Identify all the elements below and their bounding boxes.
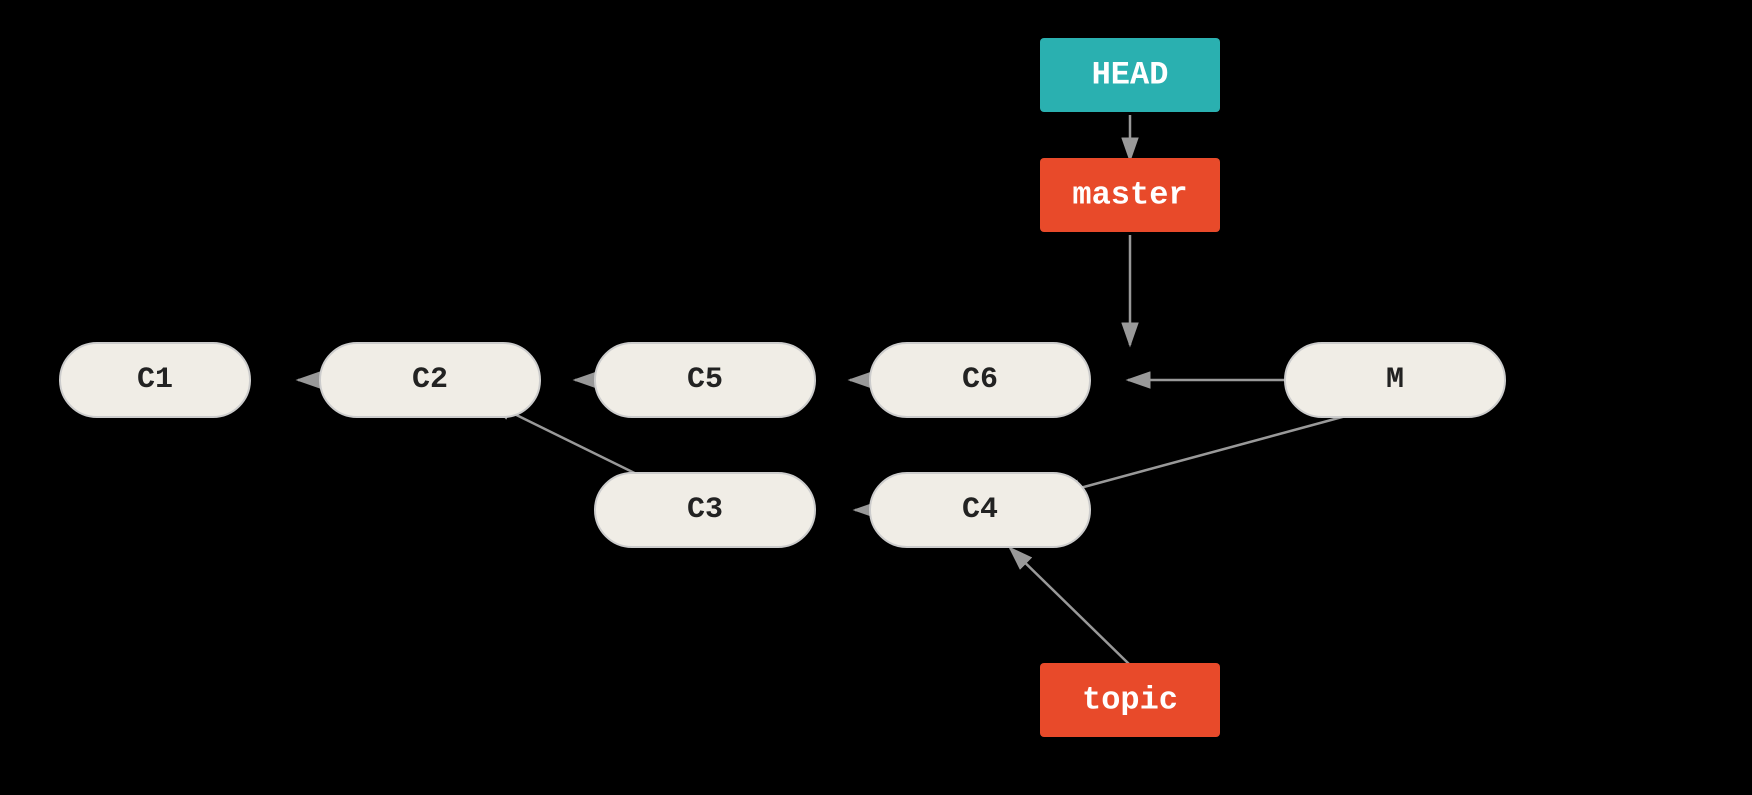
commit-m-label: M <box>1386 363 1404 397</box>
commit-c4-label: C4 <box>962 493 998 527</box>
commit-c5-label: C5 <box>687 363 723 397</box>
arrow-m-to-c4 <box>1058 410 1368 494</box>
commit-c1-label: C1 <box>137 363 173 397</box>
commit-c3-label: C3 <box>687 493 723 527</box>
commit-c2-label: C2 <box>412 363 448 397</box>
tag-topic-label: topic <box>1082 682 1178 719</box>
tag-master-label: master <box>1072 177 1187 214</box>
arrow-topic-to-c4 <box>1010 548 1130 665</box>
git-diagram: C1 C2 C5 C6 M C3 C4 HEAD master topic <box>0 0 1752 795</box>
tag-head-label: HEAD <box>1092 57 1169 94</box>
commit-c6-label: C6 <box>962 363 998 397</box>
